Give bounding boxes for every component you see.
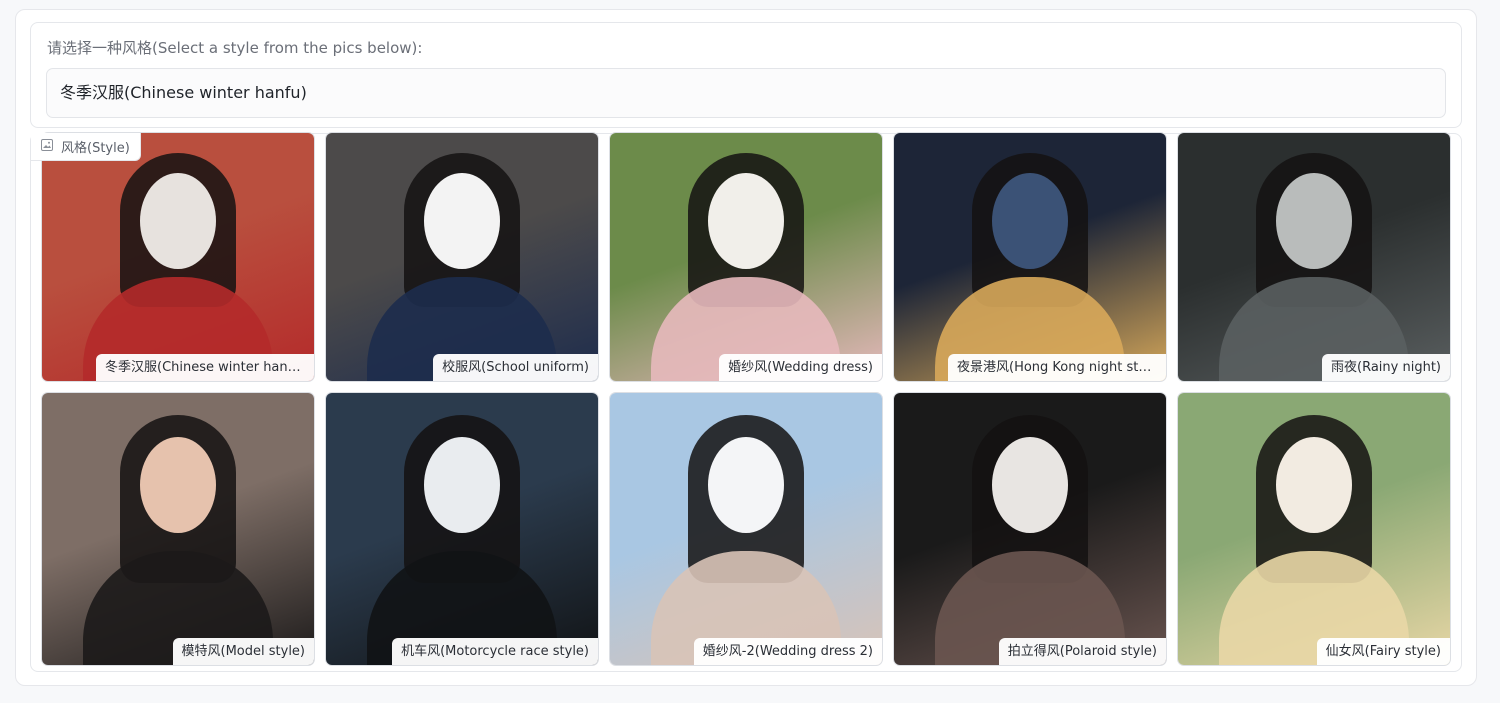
gallery-item-caption: 模特风(Model style) [172,638,314,665]
gallery-item[interactable]: 雨夜(Rainy night) [1178,133,1450,381]
style-preview-image [894,393,1166,665]
gallery-item-caption: 机车风(Motorcycle race style) [392,638,598,665]
style-preview-image [610,393,882,665]
gallery-item[interactable]: 夜景港风(Hong Kong night style) [894,133,1166,381]
gallery-label: 风格(Style) [31,133,141,161]
gallery-item-caption: 冬季汉服(Chinese winter hanfu) [96,354,314,381]
portrait-face [992,436,1068,533]
portrait-face [424,172,500,269]
gallery-item-caption: 校服风(School uniform) [433,354,598,381]
portrait-face [140,172,216,269]
gallery-item[interactable]: 仙女风(Fairy style) [1178,393,1450,665]
portrait-face [708,436,784,533]
portrait-face [992,172,1068,269]
gallery-item[interactable]: 模特风(Model style) [42,393,314,665]
portrait-face [140,436,216,533]
gallery-item-caption: 雨夜(Rainy night) [1322,354,1450,381]
style-selector-label: 请选择一种风格(Select a style from the pics bel… [47,39,423,57]
style-preview-image [42,393,314,665]
portrait-face [1276,172,1352,269]
style-preview-image [326,393,598,665]
selected-style-field[interactable]: 冬季汉服(Chinese winter hanfu) [46,68,1446,118]
image-icon [41,138,53,155]
style-preview-image [894,133,1166,381]
gallery-item[interactable]: 冬季汉服(Chinese winter hanfu) [42,133,314,381]
gallery-item[interactable]: 婚纱风(Wedding dress) [610,133,882,381]
gallery-item-caption: 夜景港风(Hong Kong night style) [948,354,1166,381]
gallery-item[interactable]: 拍立得风(Polaroid style) [894,393,1166,665]
gallery-item[interactable]: 校服风(School uniform) [326,133,598,381]
gallery-item-caption: 拍立得风(Polaroid style) [998,638,1166,665]
style-preview-image [326,133,598,381]
style-preview-image [1178,393,1450,665]
gallery-item-caption: 婚纱风-2(Wedding dress 2) [693,638,882,665]
gallery-item-caption: 仙女风(Fairy style) [1316,638,1450,665]
portrait-face [424,436,500,533]
portrait-face [708,172,784,269]
portrait-face [1276,436,1352,533]
gallery-item[interactable]: 机车风(Motorcycle race style) [326,393,598,665]
gallery-item-caption: 婚纱风(Wedding dress) [719,354,882,381]
gallery-item[interactable]: 婚纱风-2(Wedding dress 2) [610,393,882,665]
style-preview-image [42,133,314,381]
gallery-label-text: 风格(Style) [61,141,130,156]
style-preview-image [1178,133,1450,381]
style-preview-image [610,133,882,381]
